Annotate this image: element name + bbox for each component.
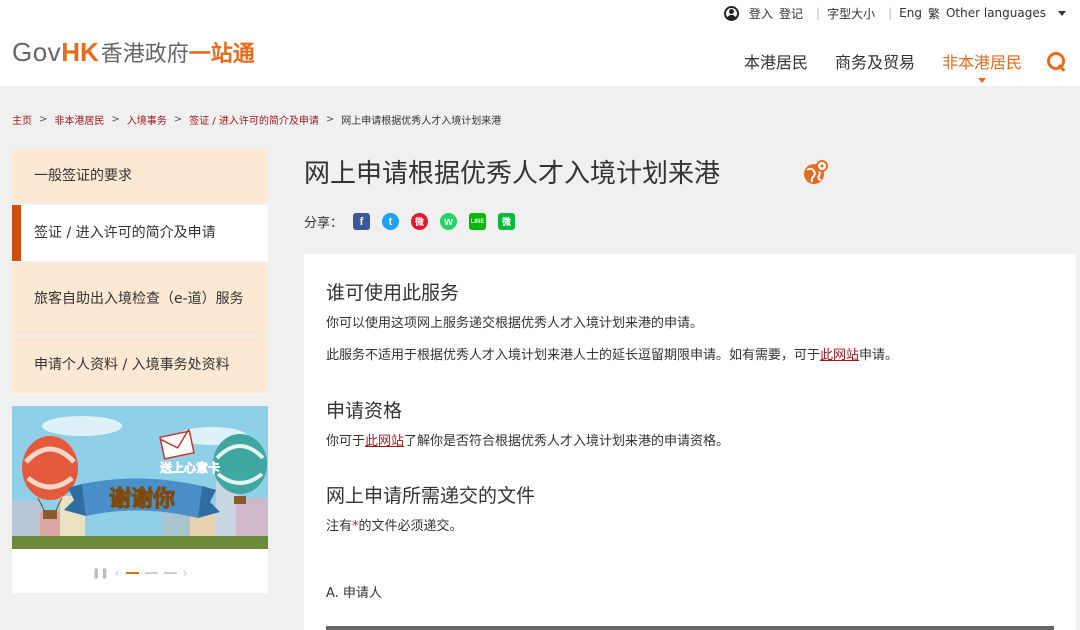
twitter-icon[interactable]: t	[382, 213, 400, 230]
section-who-title: 谁可使用此服务	[326, 282, 460, 304]
breadcrumb-sep: >	[325, 114, 335, 125]
font-size-link[interactable]: 字型大小	[827, 5, 875, 22]
lang-eng-link[interactable]: Eng	[899, 6, 922, 20]
section-who-note: 此服务不适用于根据优秀人才入境计划来港人士的延长逗留期限申请。如有需要，可于此网…	[326, 344, 898, 363]
docs-text-end: 的文件必须递交。	[358, 519, 463, 534]
content-panel: 谁可使用此服务 你可以使用这项网上服务递交根据优秀人才入境计划来港的申请。 此服…	[304, 254, 1076, 630]
site-header: 登入 登记 | 字型大小 | Eng 繁 Other languages Gov…	[0, 0, 1080, 86]
breadcrumb-sep: >	[39, 114, 48, 125]
breadcrumb-visa[interactable]: 签证 / 进入许可的简介及申请	[189, 112, 319, 127]
logo-hk: HK	[61, 37, 99, 67]
section-eligibility-text: 你可于此网站了解你是否符合根据优秀人才入境计划来港的申请资格。	[326, 430, 729, 449]
sidebar-item-label: 申请个人资料 / 入境事务处资料	[34, 357, 230, 373]
user-icon[interactable]	[724, 5, 740, 21]
chevron-right-icon[interactable]: ›	[183, 566, 188, 580]
whatsapp-icon[interactable]: w	[440, 213, 458, 230]
pause-icon[interactable]: ❚❚	[92, 568, 109, 579]
carousel-controls: ❚❚ ‹ ›	[92, 566, 187, 580]
eligibility-site-link[interactable]: 此网站	[365, 434, 404, 449]
sidebar-item-e-channel[interactable]: 旅客自助出入境检查（e-道）服务	[12, 263, 268, 337]
logo-cn-highlight: 一站通	[188, 41, 255, 66]
utility-bar: 登入 登记 | 字型大小 | Eng 繁 Other languages	[724, 4, 1066, 22]
thank-you-card-illustration: 谢谢你 送上心意卡	[12, 406, 268, 549]
divider: |	[888, 6, 893, 20]
share-label: 分享：	[304, 216, 344, 231]
lang-trad-link[interactable]: 繁	[928, 5, 940, 22]
facebook-icon[interactable]: f	[353, 213, 371, 230]
sidebar: 一般签证的要求 签证 / 进入许可的简介及申请 旅客自助出入境检查（e-道）服务…	[12, 149, 268, 395]
govhk-logo[interactable]: Gov HK 香港政府 一站通	[12, 36, 255, 68]
docs-text: 注有	[326, 519, 353, 534]
carousel-dot[interactable]	[144, 572, 158, 574]
main-nav: 本港居民 商务及贸易 非本港居民	[717, 48, 1080, 83]
section-documents-title: 网上申请所需递交的文件	[326, 485, 536, 507]
sidebar-item-label: 一般签证的要求	[34, 168, 132, 184]
extension-site-link[interactable]: 此网站	[820, 348, 859, 363]
banner-thanks-text: 谢谢你	[109, 486, 175, 512]
chevron-left-icon[interactable]: ‹	[115, 566, 120, 580]
register-link[interactable]: 登记	[779, 5, 803, 22]
promo-banner[interactable]: 谢谢你 送上心意卡 ❚❚ ‹ ›	[12, 406, 268, 593]
breadcrumb-sep: >	[111, 114, 120, 125]
logo-cn: 香港政府	[100, 41, 189, 66]
wechat-icon[interactable]: 微	[498, 213, 516, 230]
breadcrumb-sep: >	[173, 114, 183, 125]
share-bar: 分享： f t 微 w LINE 微	[304, 212, 527, 231]
logo-gov: Gov	[12, 37, 62, 67]
carousel-dot[interactable]	[163, 572, 177, 574]
nav-non-residents[interactable]: 非本港居民	[942, 49, 1022, 83]
other-languages-dropdown[interactable]: Other languages	[946, 6, 1046, 20]
divider: |	[816, 6, 821, 20]
globe-icon[interactable]	[802, 160, 828, 186]
banner-image[interactable]: 谢谢你 送上心意卡	[12, 406, 268, 549]
page-title: 网上申请根据优秀人才入境计划来港	[304, 159, 721, 189]
search-icon[interactable]	[1046, 51, 1066, 71]
applicant-heading: A. 申请人	[326, 586, 382, 601]
note-text-end: 申请。	[859, 348, 899, 363]
sidebar-item-label: 旅客自助出入境检查（e-道）服务	[34, 291, 244, 307]
breadcrumb: 主页 > 非本港居民 > 入境事务 > 签证 / 进入许可的简介及申请 > 网上…	[12, 112, 501, 127]
breadcrumb-non-residents[interactable]: 非本港居民	[54, 112, 104, 127]
elig-text: 你可于	[326, 434, 366, 449]
nav-business[interactable]: 商务及贸易	[835, 49, 915, 73]
breadcrumb-current: 网上申请根据优秀人才入境计划来港	[341, 116, 502, 127]
login-link[interactable]: 登入	[749, 5, 773, 22]
nav-residents[interactable]: 本港居民	[744, 49, 808, 73]
elig-text-end: 了解你是否符合根据优秀人才入境计划来港的申请资格。	[404, 434, 730, 449]
carousel-dot[interactable]	[125, 572, 139, 574]
banner-card-text: 送上心意卡	[159, 460, 220, 475]
section-eligibility-title: 申请资格	[326, 400, 403, 422]
table-header-rule	[326, 626, 1054, 630]
note-text: 此服务不适用于根据优秀人才入境计划来港人士的延长逗留期限申请。如有需要，可于	[326, 348, 821, 363]
section-who-text: 你可以使用这项网上服务递交根据优秀人才入境计划来港的申请。	[326, 316, 704, 331]
line-icon[interactable]: LINE	[469, 213, 487, 230]
sidebar-item-general-visa[interactable]: 一般签证的要求	[12, 149, 268, 205]
sidebar-item-visa-entry[interactable]: 签证 / 进入许可的简介及申请	[12, 205, 268, 263]
breadcrumb-immigration[interactable]: 入境事务	[127, 112, 167, 127]
breadcrumb-home[interactable]: 主页	[12, 112, 32, 127]
chevron-down-icon[interactable]	[1058, 10, 1066, 16]
weibo-icon[interactable]: 微	[411, 213, 429, 230]
sidebar-item-label: 签证 / 进入许可的简介及申请	[34, 225, 216, 241]
sidebar-item-personal-data[interactable]: 申请个人资料 / 入境事务处资料	[12, 337, 268, 395]
section-documents-note: 注有*的文件必须递交。	[326, 515, 463, 534]
